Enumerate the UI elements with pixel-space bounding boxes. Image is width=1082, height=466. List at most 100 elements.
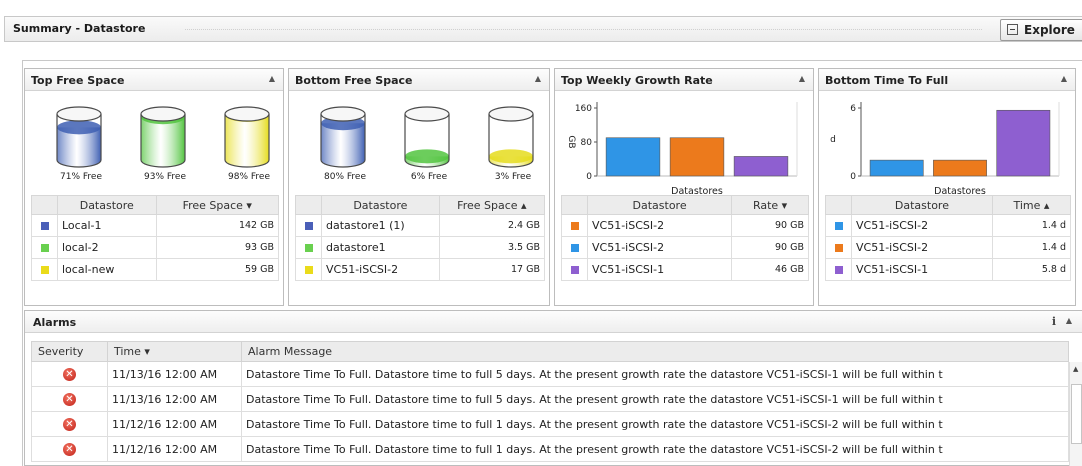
free-space-value: 59 GB [155, 258, 280, 281]
table-row[interactable]: ✕ 11/13/16 12:00 AM Datastore Time To Full… [31, 361, 1069, 387]
growth-chart: 0 80 160 GB Datastores [555, 92, 813, 196]
swatch-header [31, 195, 58, 215]
alarm-time: 11/13/16 12:00 AM [107, 361, 242, 387]
table-row[interactable]: VC51-iSCSI-2 1.4 d [825, 236, 1072, 259]
panel-title: Top Weekly Growth Rate [561, 74, 713, 87]
panel-header: Alarms i ▲ [25, 311, 1082, 333]
panel-bottom-free-space: Bottom Free Space ▲ 80% Free 6% Free 3% Fr… [288, 68, 550, 306]
table-row[interactable]: datastore1 3.5 GB [295, 236, 546, 259]
swatch-header [295, 195, 322, 215]
datastore-name: VC51-iSCSI-2 [321, 258, 440, 281]
collapse-icon[interactable]: ▲ [269, 74, 275, 83]
series-swatch [570, 266, 579, 274]
panel-header: Top Free Space ▲ [25, 69, 283, 91]
table-row[interactable]: datastore1 (1) 2.4 GB [295, 214, 546, 237]
free-percent-label: 71% Free [60, 172, 102, 182]
panel-header: Top Weekly Growth Rate ▲ [555, 69, 813, 91]
series-swatch [40, 266, 49, 274]
alarm-time: 11/12/16 12:00 AM [107, 411, 242, 437]
time-value: 1.4 d [991, 214, 1072, 237]
table-row[interactable]: VC51-iSCSI-2 90 GB [561, 236, 809, 259]
column-header-time[interactable]: Time ▴ [991, 195, 1072, 215]
y-tick-label: 80 [581, 138, 593, 148]
collapse-icon[interactable]: ▲ [535, 74, 541, 83]
column-header-datastore[interactable]: Datastore [851, 195, 993, 215]
growth-table: Datastore Rate ▾ VC51-iSCSI-2 90 GB VC51-… [561, 195, 809, 281]
table-row[interactable]: local-2 93 GB [31, 236, 280, 259]
bar[interactable] [733, 156, 789, 177]
column-header-free-space[interactable]: Free Space ▴ [438, 195, 546, 215]
free-space-value: 142 GB [155, 214, 280, 237]
bar-chart-svg: 06dDatastores [830, 102, 1060, 196]
table-row[interactable]: VC51-iSCSI-2 1.4 d [825, 214, 1072, 237]
table-row[interactable]: VC51-iSCSI-2 90 GB [561, 214, 809, 237]
datastore-name: VC51-iSCSI-1 [586, 258, 733, 281]
table-row[interactable]: ✕ 11/12/16 12:00 AM Datastore Time To Full… [31, 411, 1069, 437]
free-space-value: 17 GB [438, 258, 546, 281]
series-swatch [304, 244, 313, 252]
cylinder-area: 80% Free 6% Free 3% Free [289, 92, 549, 196]
explore-button[interactable]: Explore [1000, 19, 1082, 41]
column-header-datastore[interactable]: Datastore [321, 195, 440, 215]
title-divider [185, 29, 982, 30]
scroll-up-icon[interactable]: ▲ [1073, 365, 1078, 373]
column-header-time[interactable]: Time ▾ [107, 341, 242, 362]
free-percent-label: 80% Free [324, 172, 366, 182]
series-swatch [40, 222, 49, 230]
header-area: Summary - Datastore Explore [0, 0, 1082, 60]
error-icon: ✕ [63, 393, 76, 406]
table-row[interactable]: local-new 59 GB [31, 258, 280, 281]
free-percent-label: 3% Free [494, 172, 532, 182]
panel-top-weekly-growth: Top Weekly Growth Rate ▲ 0 80 160 GB Datasto… [554, 68, 814, 306]
bar[interactable] [996, 109, 1051, 177]
column-header-datastore[interactable]: Datastore [57, 195, 157, 215]
datastore-name: Local-1 [57, 214, 157, 237]
column-header-free-space[interactable]: Free Space ▾ [155, 195, 280, 215]
datastore-name: local-new [57, 258, 157, 281]
panel-bottom-time-to-full: Bottom Time To Full ▲ 0 6 d Datastores Data… [818, 68, 1076, 306]
bar[interactable] [933, 159, 987, 177]
datastore-name: VC51-iSCSI-1 [851, 258, 993, 281]
collapse-icon[interactable]: ▲ [1061, 74, 1067, 83]
panel-title: Top Free Space [31, 74, 125, 87]
table-row[interactable]: VC51-iSCSI-1 5.8 d [825, 258, 1072, 281]
datastore-name: VC51-iSCSI-2 [586, 214, 733, 237]
series-swatch [304, 266, 313, 274]
collapse-icon[interactable]: ▲ [1066, 316, 1072, 325]
bar[interactable] [869, 159, 924, 177]
bar[interactable] [669, 137, 725, 177]
cylinder-gauge [403, 106, 459, 168]
scroll-thumb[interactable] [1071, 384, 1082, 444]
series-swatch [570, 222, 579, 230]
bar-chart-svg: 080160GBDatastores [566, 102, 798, 196]
collapse-icon[interactable]: ▲ [799, 74, 805, 83]
series-swatch [834, 266, 843, 274]
table-row[interactable]: VC51-iSCSI-2 17 GB [295, 258, 546, 281]
datastore-name: VC51-iSCSI-2 [586, 236, 733, 259]
info-icon[interactable]: i [1052, 315, 1056, 328]
bar[interactable] [605, 137, 661, 177]
alarm-message: Datastore Time To Full. Datastore time t… [241, 411, 1069, 437]
datastore-name: datastore1 (1) [321, 214, 440, 237]
table-row[interactable]: VC51-iSCSI-1 46 GB [561, 258, 809, 281]
alarm-message: Datastore Time To Full. Datastore time t… [241, 386, 1069, 412]
y-axis-label: GB [566, 135, 576, 148]
column-header-severity[interactable]: Severity [31, 341, 108, 362]
time-to-full-table: Datastore Time ▴ VC51-iSCSI-2 1.4 d VC51-… [825, 195, 1072, 281]
alarm-time: 11/12/16 12:00 AM [107, 436, 242, 462]
cylinder-gauge [223, 106, 279, 168]
column-header-datastore[interactable]: Datastore [586, 195, 733, 215]
explore-icon [1007, 24, 1018, 35]
column-header-alarm-message[interactable]: Alarm Message [241, 341, 1069, 362]
y-tick-label: 160 [575, 104, 592, 114]
table-row[interactable]: Local-1 142 GB [31, 214, 280, 237]
datastore-name: datastore1 [321, 236, 440, 259]
panel-title: Bottom Time To Full [825, 74, 949, 87]
error-icon: ✕ [63, 418, 76, 431]
table-row[interactable]: ✕ 11/13/16 12:00 AM Datastore Time To Full… [31, 386, 1069, 412]
panel-top-free-space: Top Free Space ▲ 71% Free 93% Free 98% Fre… [24, 68, 284, 306]
panel-title: Bottom Free Space [295, 74, 413, 87]
table-row[interactable]: ✕ 11/12/16 12:00 AM Datastore Time To Full… [31, 436, 1069, 462]
column-header-rate[interactable]: Rate ▾ [731, 195, 809, 215]
alarms-scrollbar[interactable]: ▲ [1069, 362, 1082, 466]
